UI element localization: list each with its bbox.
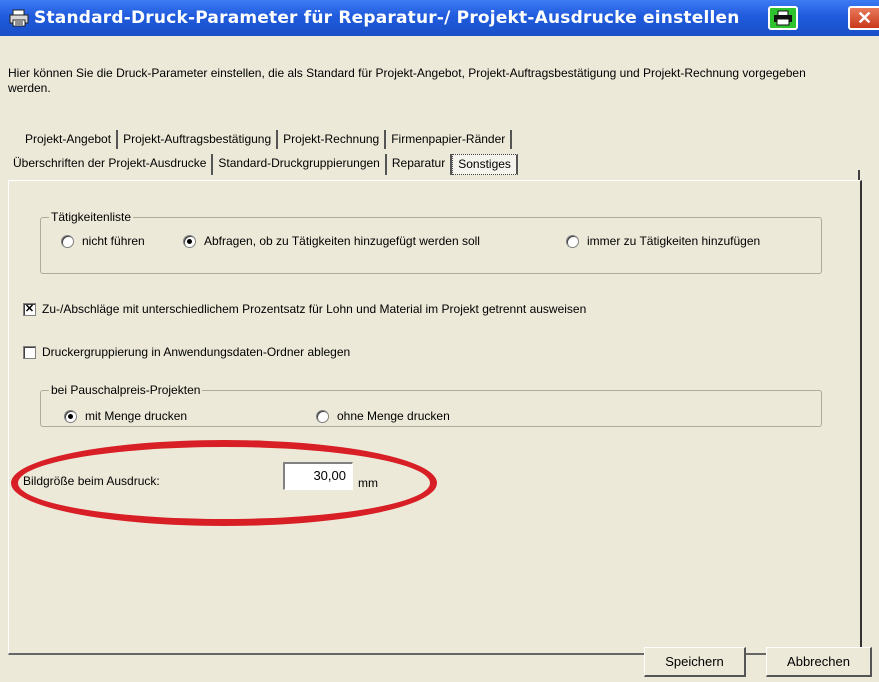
radio-label: mit Menge drucken bbox=[85, 409, 188, 423]
tab-row-1: Projekt-Angebot Projekt-Auftragsbestätig… bbox=[20, 130, 513, 149]
radio-abfragen[interactable]: Abfragen, ob zu Tätigkeiten hinzugefügt … bbox=[183, 234, 480, 248]
printer-icon bbox=[6, 7, 32, 29]
radio-circle bbox=[64, 409, 77, 423]
group-legend: Tätigkeitenliste bbox=[51, 210, 132, 224]
radio-label: immer zu Tätigkeiten hinzufügen bbox=[587, 234, 761, 248]
radio-dot bbox=[187, 238, 192, 244]
tab-projekt-angebot[interactable]: Projekt-Angebot bbox=[20, 130, 119, 149]
radio-mit-menge[interactable]: mit Menge drucken bbox=[64, 409, 187, 423]
tab-row-2: Überschriften der Projekt-Ausdrucke Stan… bbox=[8, 154, 518, 175]
tab-projekt-rechnung[interactable]: Projekt-Rechnung bbox=[278, 130, 387, 149]
close-button[interactable]: ✕ bbox=[848, 6, 879, 30]
tab-sonstiges[interactable]: Sonstiges bbox=[452, 154, 518, 175]
group-legend: bei Pauschalpreis-Projekten bbox=[51, 383, 201, 397]
checkbox-box bbox=[23, 345, 36, 359]
radio-circle bbox=[183, 234, 196, 248]
radio-ohne-menge[interactable]: ohne Menge drucken bbox=[316, 409, 450, 423]
close-icon: ✕ bbox=[856, 7, 873, 28]
save-button[interactable]: Speichern bbox=[644, 647, 746, 677]
intro-text: Hier können Sie die Druck-Parameter eins… bbox=[8, 66, 806, 95]
radio-label: nicht führen bbox=[82, 234, 145, 248]
window-title: Standard-Druck-Parameter für Reparatur-/… bbox=[34, 8, 740, 28]
radio-circle bbox=[316, 409, 329, 423]
checkbox-druckergruppierung[interactable]: Druckergruppierung in Anwendungsdaten-Or… bbox=[23, 345, 350, 359]
checkbox-zu-abschlaege[interactable]: ✕ Zu-/Abschläge mit unterschiedlichem Pr… bbox=[23, 302, 586, 316]
radio-label: ohne Menge drucken bbox=[337, 409, 450, 423]
tab-firmenpapier-raender[interactable]: Firmenpapier-Ränder bbox=[386, 130, 513, 149]
highlight-ellipse bbox=[11, 440, 437, 526]
printer-icon bbox=[774, 10, 792, 26]
radio-dot bbox=[68, 413, 73, 419]
cancel-button[interactable]: Abbrechen bbox=[766, 647, 872, 677]
title-bar: Standard-Druck-Parameter für Reparatur-/… bbox=[0, 0, 879, 36]
save-button-label: Speichern bbox=[665, 654, 724, 669]
checkbox-label: Druckergruppierung in Anwendungsdaten-Or… bbox=[42, 345, 351, 359]
checkbox-box: ✕ bbox=[23, 302, 36, 316]
tab-ueberschriften[interactable]: Überschriften der Projekt-Ausdrucke bbox=[8, 154, 214, 175]
radio-nicht-fuehren[interactable]: nicht führen bbox=[61, 234, 145, 248]
radio-label: Abfragen, ob zu Tätigkeiten hinzugefügt … bbox=[204, 234, 480, 248]
radio-circle bbox=[566, 234, 579, 248]
radio-immer-hinzufuegen[interactable]: immer zu Tätigkeiten hinzufügen bbox=[566, 234, 760, 248]
print-button[interactable] bbox=[768, 6, 798, 30]
cancel-button-label: Abbrechen bbox=[787, 654, 850, 669]
tab-standard-druckgruppierungen[interactable]: Standard-Druckgruppierungen bbox=[213, 154, 387, 175]
checkbox-label: Zu-/Abschläge mit unterschiedlichem Proz… bbox=[42, 302, 587, 316]
tab-projekt-auftragsbestaetigung[interactable]: Projekt-Auftragsbestätigung bbox=[118, 130, 279, 149]
tab-reparatur[interactable]: Reparatur bbox=[386, 154, 453, 175]
radio-circle bbox=[61, 234, 74, 248]
